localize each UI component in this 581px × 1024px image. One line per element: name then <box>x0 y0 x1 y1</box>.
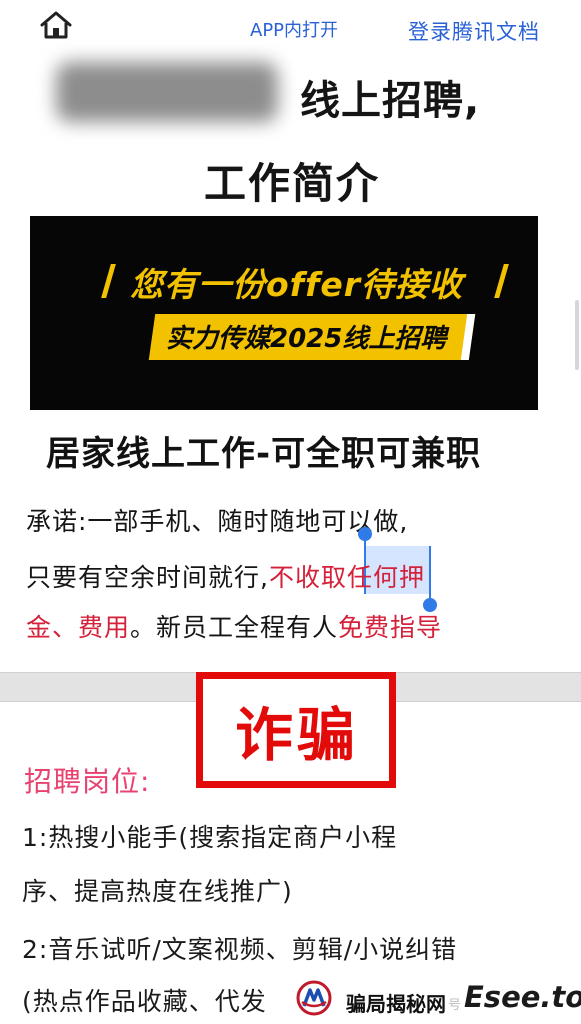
offer-banner <box>30 216 538 410</box>
fraud-stamp-text: 诈骗 <box>234 701 359 769</box>
blurred-company-name <box>56 62 278 122</box>
watermark-domain: Esee.top <box>464 980 581 1014</box>
selection-handle-end-line <box>429 546 431 604</box>
banner-sub-text: 实力传媒2025线上招聘 <box>166 324 447 354</box>
promise-line-1: 承诺:一部手机、随时随地可以做, <box>26 507 409 536</box>
position-item-1-line-1: 1:热搜小能手(搜索指定商户小程 <box>22 823 398 852</box>
promise-line-3-text: 。新员工全程有人 <box>130 613 339 642</box>
positions-label: 招聘岗位: <box>24 765 151 798</box>
no-fee-highlight: 不收取任何押 <box>268 563 425 592</box>
watermark-logo-icon <box>296 980 332 1016</box>
page-title-line1: 线上招聘, <box>300 78 481 124</box>
promise-line-2: 只要有空余时间就行,不收取任何押 <box>26 558 425 594</box>
position-item-2-line-2: (热点作品收藏、代发 <box>22 987 267 1016</box>
watermark-faint-text: 号 <box>448 998 462 1013</box>
login-tencent-docs-link[interactable]: 登录腾讯文档 <box>408 16 540 46</box>
banner-headline: 您有一份offer待接收 <box>130 265 464 304</box>
free-guidance-highlight: 免费指导 <box>338 613 443 642</box>
work-type-heading: 居家线上工作-可全职可兼职 <box>46 434 482 474</box>
position-item-1-line-2: 序、提高热度在线推广) <box>22 877 293 906</box>
page-title-line2: 工作简介 <box>204 159 381 208</box>
promise-line-3: 金、费用。新员工全程有人免费指导 <box>26 608 442 644</box>
scrollbar[interactable] <box>575 300 579 370</box>
position-item-2-line-1: 2:音乐试听/文案视频、剪辑/小说纠错 <box>22 935 458 964</box>
watermark-site-name: 骗局揭秘网 <box>346 992 446 1016</box>
selection-handle-start[interactable] <box>358 527 372 541</box>
fee-highlight: 金、费用 <box>26 613 131 642</box>
home-icon[interactable] <box>38 10 74 40</box>
open-in-app-link[interactable]: APP内打开 <box>250 16 338 42</box>
promise-line-2-text: 只要有空余时间就行, <box>26 563 269 592</box>
